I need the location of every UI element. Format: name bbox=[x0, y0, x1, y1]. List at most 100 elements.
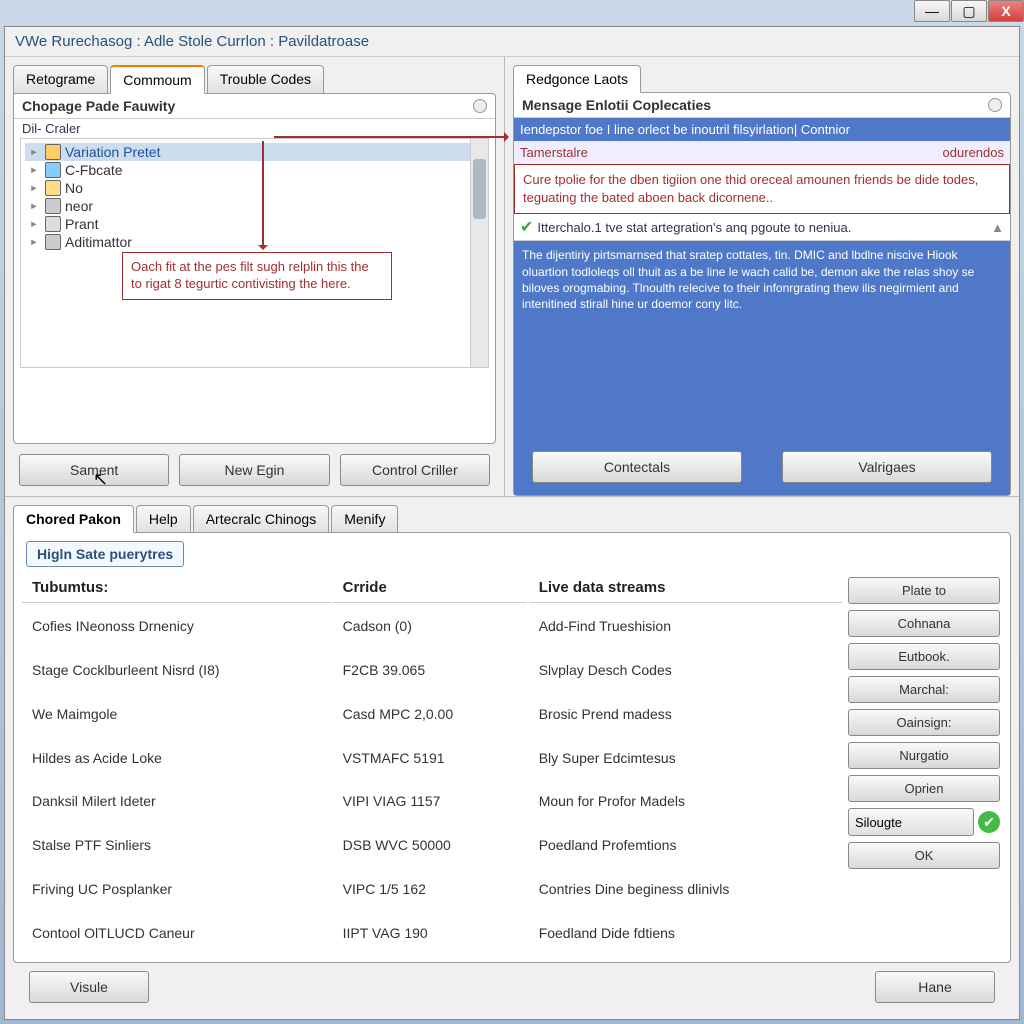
minimize-button[interactable]: — bbox=[914, 0, 950, 22]
table-cell: Hildes as Acide Loke bbox=[22, 737, 331, 779]
table-cell: DSB WVC 50000 bbox=[333, 824, 527, 866]
lower-pane: Chored Pakon Help Artecralc Chinogs Meni… bbox=[5, 497, 1019, 1019]
cohnana-button[interactable]: Cohnana bbox=[848, 610, 1000, 637]
tree-item[interactable]: ▸Prant bbox=[25, 215, 484, 233]
tree-item-label: Variation Pretet bbox=[65, 144, 160, 160]
cursor-icon: ↖ bbox=[93, 469, 108, 490]
table-cell: Friving UC Posplanker bbox=[22, 868, 331, 910]
table-row[interactable]: Cofies INeonoss DrnenicyCadson (0)Add-Fi… bbox=[22, 605, 842, 647]
tree-item-label: C-Fbcate bbox=[65, 162, 123, 178]
folder-icon bbox=[45, 162, 61, 178]
tab-redgonce-laots[interactable]: Redgonce Laots bbox=[513, 65, 641, 93]
table-cell: IIPT VAG 190 bbox=[333, 912, 527, 954]
expand-icon[interactable]: ▸ bbox=[27, 162, 41, 178]
left-button-row: Sament New Egin Control Criller bbox=[13, 444, 496, 496]
table-cell: Foedland Dide fdtiens bbox=[529, 912, 842, 954]
marchal-button[interactable]: Marchal: bbox=[848, 676, 1000, 703]
expand-icon[interactable]: ▸ bbox=[27, 180, 41, 196]
blue-header-row[interactable]: Iendepstor foe I line orlect be inoutril… bbox=[514, 118, 1010, 141]
maximize-button[interactable]: ▢ bbox=[951, 0, 987, 22]
table-row[interactable]: Stalse PTF SinliersDSB WVC 50000Poedland… bbox=[22, 824, 842, 866]
data-area: Tubumtus: Crride Live data streams Cofie… bbox=[14, 571, 1010, 962]
tree-item[interactable]: ▸ Aditimattor bbox=[25, 233, 484, 251]
table-cell: Bly Super Edcimtesus bbox=[529, 737, 842, 779]
table-row[interactable]: Stage Cocklburleent Nisrd (I8)F2CB 39.06… bbox=[22, 649, 842, 691]
annotation-arrow-down bbox=[262, 141, 264, 247]
tree-item[interactable]: ▸No bbox=[25, 179, 484, 197]
scrollbar-thumb[interactable] bbox=[473, 159, 486, 219]
valrigaes-button[interactable]: Valrigaes bbox=[782, 451, 992, 483]
ok-button[interactable]: OK bbox=[848, 842, 1000, 869]
table-cell: Danksil Milert Ideter bbox=[22, 781, 331, 823]
table-row[interactable]: We MaimgoleCasd MPC 2,0.00Brosic Prend m… bbox=[22, 693, 842, 735]
table-cell: Brosic Prend madess bbox=[529, 693, 842, 735]
new-egin-button[interactable]: New Egin bbox=[179, 454, 329, 486]
tab-help[interactable]: Help bbox=[136, 505, 191, 533]
silougte-select[interactable]: Silougte bbox=[848, 808, 974, 836]
description-paragraph: The dijentiriy pirtsmarnsed that sratep … bbox=[514, 241, 1010, 439]
right-panel-title: Mensage Enlotii Coplecaties bbox=[522, 97, 711, 113]
right-tabs: Redgonce Laots bbox=[513, 65, 1011, 93]
sub-header-left: Tamerstalre bbox=[520, 145, 588, 160]
table-row[interactable]: Friving UC PosplankerVIPC 1/5 162Contrie… bbox=[22, 868, 842, 910]
footer: Visule Hane bbox=[13, 963, 1011, 1011]
visule-button[interactable]: Visule bbox=[29, 971, 149, 1003]
main-window: VWe Rurechasog : Adle Stole Currlon : Pa… bbox=[4, 26, 1020, 1020]
sub-header-right: odurendos bbox=[943, 145, 1004, 160]
tab-menify[interactable]: Menify bbox=[331, 505, 398, 533]
tab-retograme[interactable]: Retograme bbox=[13, 65, 108, 94]
up-icon[interactable]: ▲ bbox=[991, 220, 1004, 235]
tree-item-label: neor bbox=[65, 198, 93, 214]
left-panel-header: Chopage Pade Fauwity bbox=[14, 94, 495, 119]
left-panel: Retograme Commoum Trouble Codes Chopage … bbox=[5, 57, 505, 496]
tree-item[interactable]: ▸ Variation Pretet bbox=[25, 143, 484, 161]
tree-item-label: Aditimattor bbox=[65, 234, 132, 250]
check-icon: ✔ bbox=[520, 217, 533, 237]
table-cell: Casd MPC 2,0.00 bbox=[333, 693, 527, 735]
tab-artecralc-chinogs[interactable]: Artecralc Chinogs bbox=[193, 505, 330, 533]
tree-scrollbar[interactable] bbox=[470, 139, 488, 367]
eutbook-button[interactable]: Eutbook. bbox=[848, 643, 1000, 670]
table-cell: Cofies INeonoss Drnenicy bbox=[22, 605, 331, 647]
tab-trouble-codes[interactable]: Trouble Codes bbox=[207, 65, 324, 94]
table-cell: Slvplay Desch Codes bbox=[529, 649, 842, 691]
window-controls: — ▢ X bbox=[913, 0, 1024, 24]
right-button-row: Contectals Valrigaes bbox=[514, 439, 1010, 495]
table-row[interactable]: Contool OlTLUCD CaneurIIPT VAG 190Foedla… bbox=[22, 912, 842, 954]
tab-commoum[interactable]: Commoum bbox=[110, 65, 204, 94]
sub-header-row: Tamerstalre odurendos bbox=[514, 141, 1010, 165]
lower-data-panel: Higln Sate puerytres Tubumtus: Crride Li… bbox=[13, 532, 1011, 963]
left-panel-title: Chopage Pade Fauwity bbox=[22, 98, 175, 114]
oainsign-button[interactable]: Oainsign: bbox=[848, 709, 1000, 736]
folder-icon bbox=[45, 216, 61, 232]
table-row[interactable]: Hildes as Acide LokeVSTMAFC 5191Bly Supe… bbox=[22, 737, 842, 779]
control-criller-button[interactable]: Control Criller bbox=[340, 454, 490, 486]
combo-row: Silougte ✔ bbox=[848, 808, 1000, 836]
table-row[interactable]: Danksil Milert IdeterVIPI VIAG 1157Moun … bbox=[22, 781, 842, 823]
col-header: Crride bbox=[333, 573, 527, 603]
table-cell: Add-Find Trueshision bbox=[529, 605, 842, 647]
table-cell: Moun for Profor Madels bbox=[529, 781, 842, 823]
expand-icon[interactable]: ▸ bbox=[27, 198, 41, 214]
hane-button[interactable]: Hane bbox=[875, 971, 995, 1003]
data-table: Tubumtus: Crride Live data streams Cofie… bbox=[20, 571, 844, 956]
folder-icon bbox=[45, 144, 61, 160]
expand-icon[interactable]: ▸ bbox=[27, 216, 41, 232]
table-cell: VIPC 1/5 162 bbox=[333, 868, 527, 910]
expand-icon[interactable]: ▸ bbox=[27, 144, 41, 160]
tree-item[interactable]: ▸ C-Fbcate bbox=[25, 161, 484, 179]
oprien-button[interactable]: Oprien bbox=[848, 775, 1000, 802]
panel-options-icon[interactable] bbox=[473, 99, 487, 113]
expand-icon[interactable]: ▸ bbox=[27, 234, 41, 250]
contectals-button[interactable]: Contectals bbox=[532, 451, 742, 483]
close-button[interactable]: X bbox=[988, 0, 1024, 22]
tab-chored-pakon[interactable]: Chored Pakon bbox=[13, 505, 134, 533]
blue-header-text: Iendepstor foe I line orlect be inoutril… bbox=[520, 122, 850, 137]
folder-icon bbox=[45, 234, 61, 250]
table-cell: Poedland Profemtions bbox=[529, 824, 842, 866]
nurgatio-button[interactable]: Nurgatio bbox=[848, 742, 1000, 769]
tree-item[interactable]: ▸ neor bbox=[25, 197, 484, 215]
lower-tabs: Chored Pakon Help Artecralc Chinogs Meni… bbox=[13, 505, 1011, 533]
panel-options-icon[interactable] bbox=[988, 98, 1002, 112]
plate-to-button[interactable]: Plate to bbox=[848, 577, 1000, 604]
